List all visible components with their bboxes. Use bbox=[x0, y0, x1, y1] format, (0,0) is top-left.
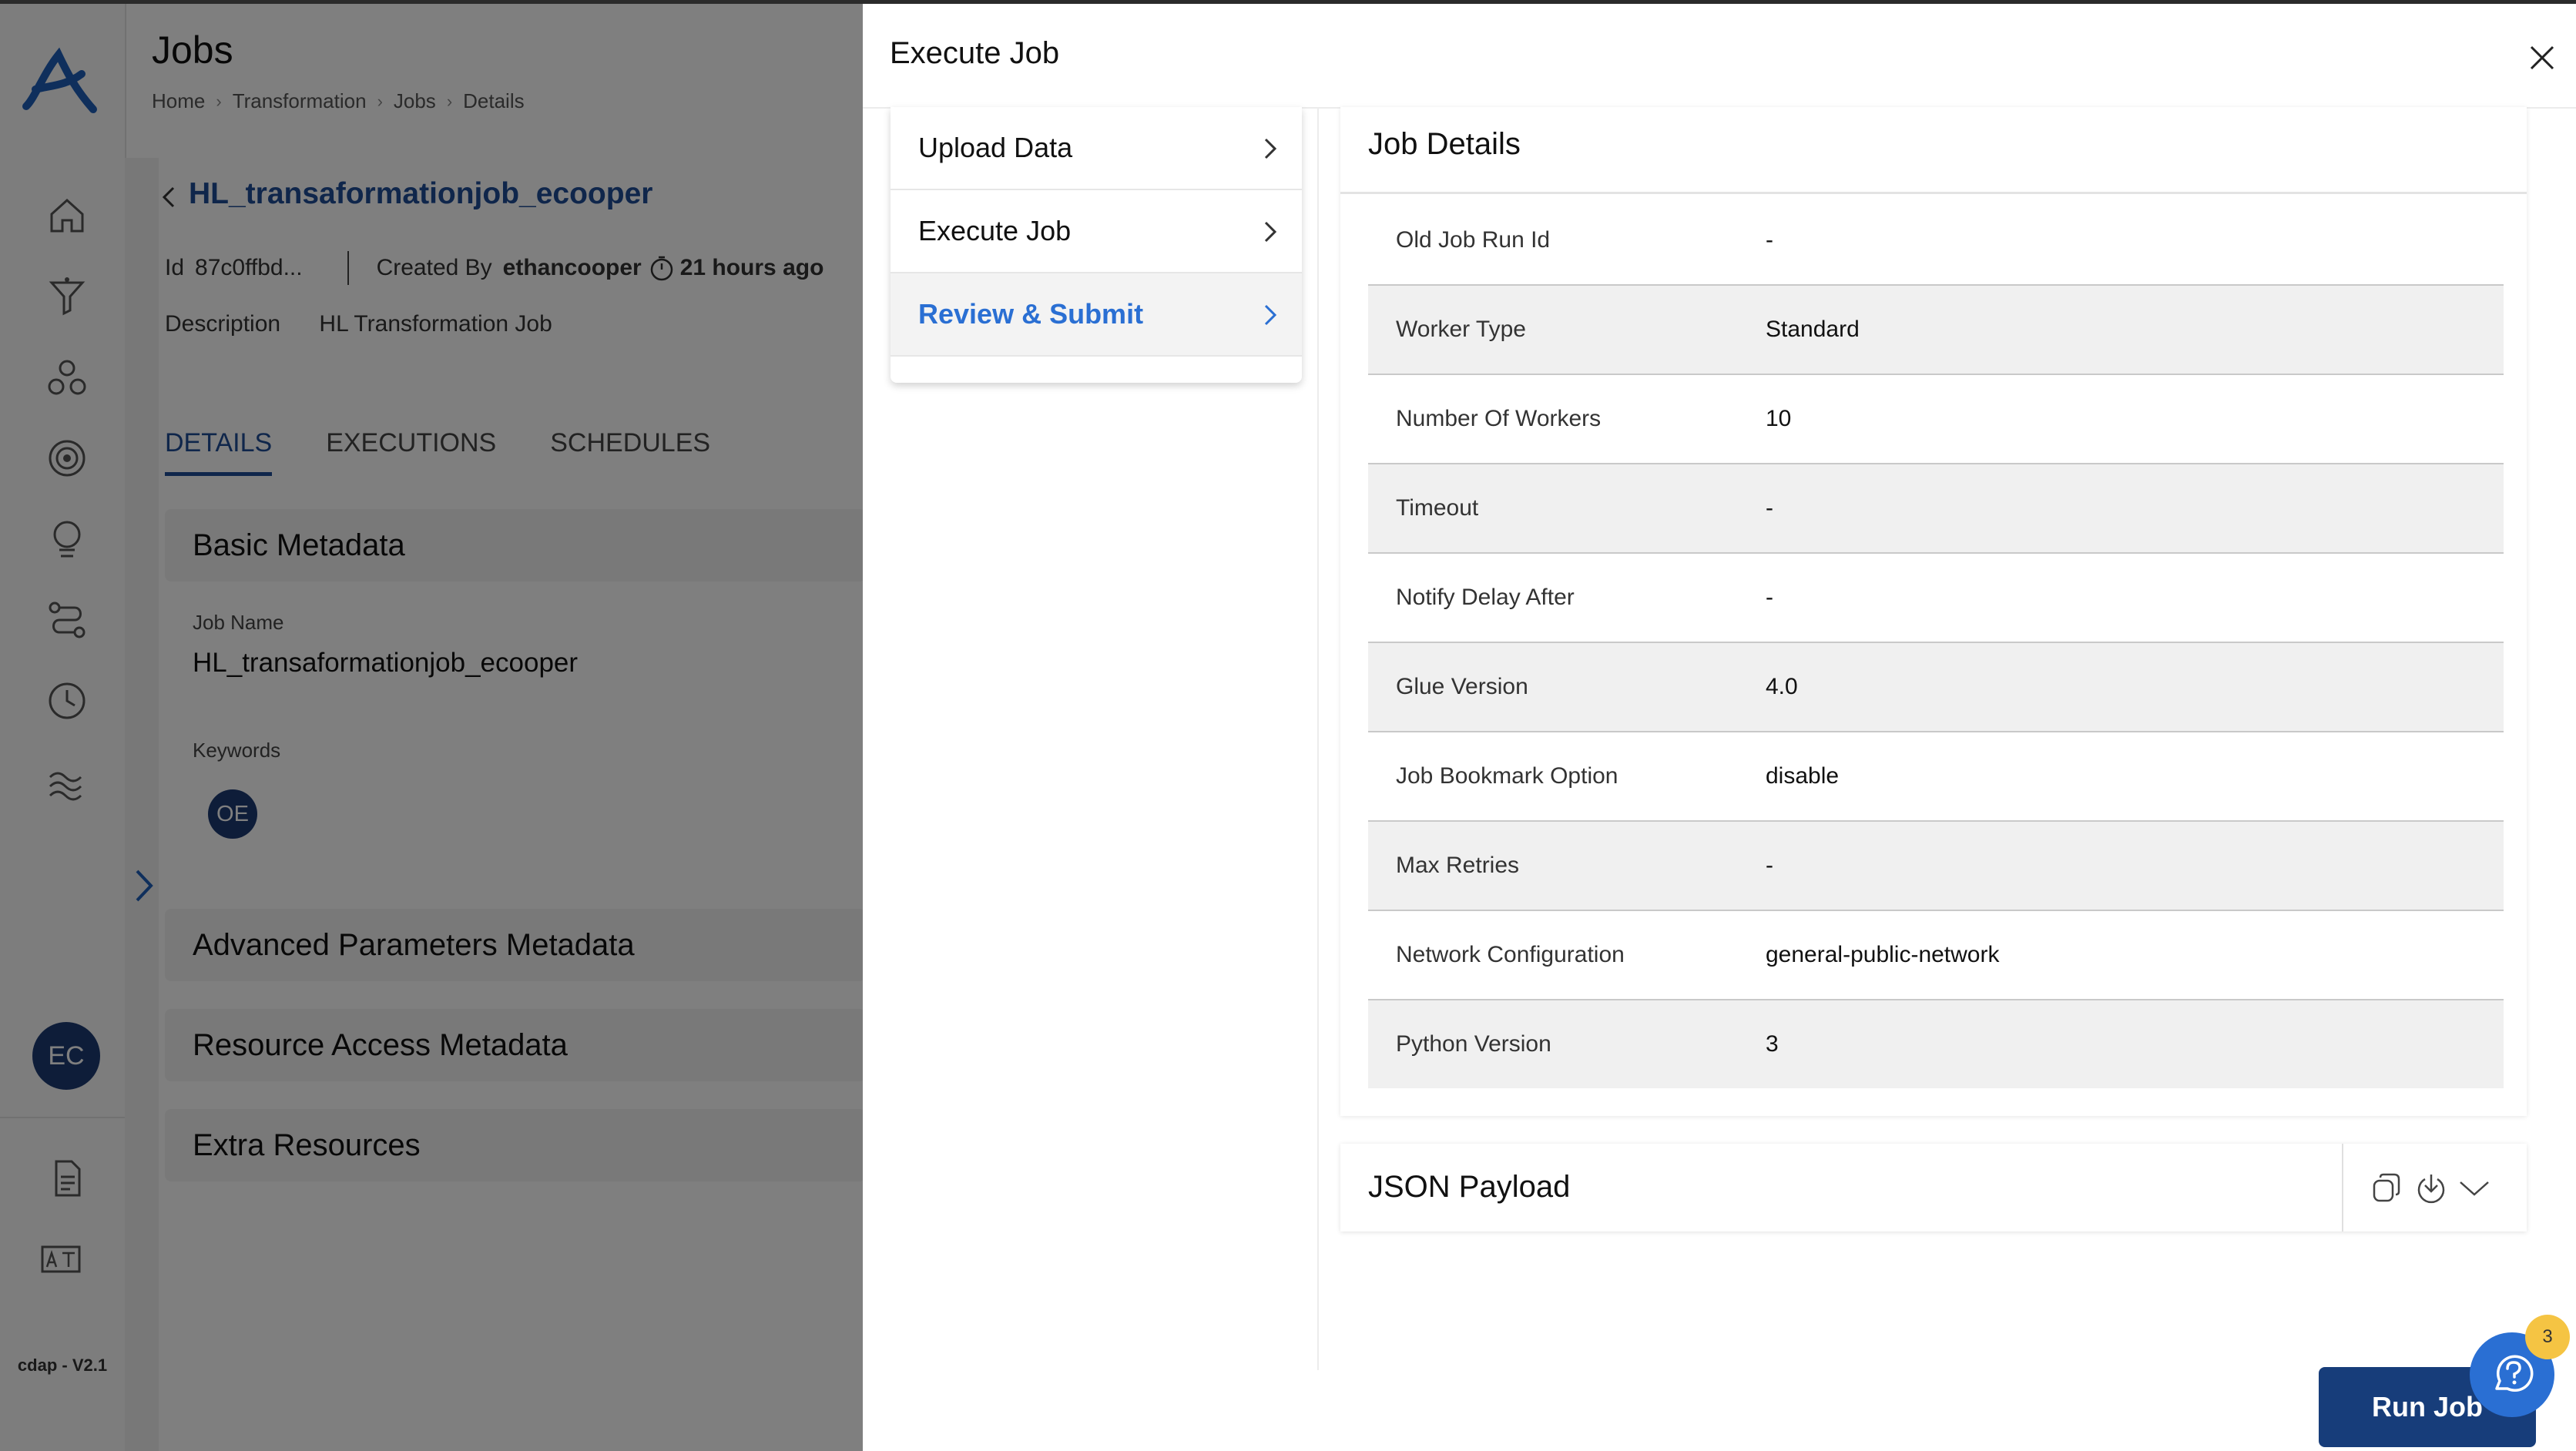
detail-value: general-public-network bbox=[1766, 942, 2000, 967]
step-label: Upload Data bbox=[918, 132, 1073, 163]
detail-key: Timeout bbox=[1396, 495, 1479, 521]
step-execute-job[interactable]: Execute Job bbox=[891, 190, 1302, 273]
table-row: Network Configuration general-public-net… bbox=[1368, 911, 2504, 1000]
json-payload-title: JSON Payload bbox=[1368, 1170, 1571, 1204]
table-row: Old Job Run Id - bbox=[1368, 196, 2504, 286]
top-border bbox=[0, 0, 2576, 4]
step-label: Review & Submit bbox=[918, 298, 1144, 330]
json-payload-divider bbox=[2342, 1144, 2343, 1232]
table-row: Number Of Workers 10 bbox=[1368, 375, 2504, 464]
table-row: Max Retries - bbox=[1368, 822, 2504, 911]
detail-key: Network Configuration bbox=[1396, 942, 1625, 967]
table-row: Worker Type Standard bbox=[1368, 286, 2504, 375]
modal-title: Execute Job bbox=[890, 36, 1060, 70]
detail-value: - bbox=[1766, 585, 1773, 610]
detail-key: Python Version bbox=[1396, 1031, 1551, 1057]
detail-value: 4.0 bbox=[1766, 674, 1798, 699]
detail-key: Worker Type bbox=[1396, 317, 1526, 342]
download-icon[interactable] bbox=[2414, 1171, 2448, 1205]
detail-value: 3 bbox=[1766, 1031, 1779, 1057]
detail-value: - bbox=[1766, 853, 1773, 878]
execute-job-modal: Execute Job Upload Data Execute Job Revi… bbox=[863, 4, 2576, 1451]
chevron-right-icon bbox=[1264, 304, 1277, 326]
chevron-right-icon bbox=[1264, 221, 1277, 243]
detail-value: Standard bbox=[1766, 317, 1860, 342]
table-row: Notify Delay After - bbox=[1368, 554, 2504, 643]
detail-key: Notify Delay After bbox=[1396, 585, 1575, 610]
chevron-right-icon bbox=[1264, 138, 1277, 159]
detail-key: Number Of Workers bbox=[1396, 406, 1602, 431]
detail-key: Glue Version bbox=[1396, 674, 1528, 699]
detail-value: disable bbox=[1766, 763, 1840, 789]
detail-value: - bbox=[1766, 227, 1773, 253]
table-row: Job Bookmark Option disable bbox=[1368, 732, 2504, 822]
step-upload-data[interactable]: Upload Data bbox=[891, 107, 1302, 190]
json-payload-card[interactable]: JSON Payload bbox=[1340, 1144, 2527, 1232]
detail-value: 10 bbox=[1766, 406, 1792, 431]
copy-icon[interactable] bbox=[2370, 1171, 2403, 1205]
table-row: Timeout - bbox=[1368, 464, 2504, 554]
detail-key: Old Job Run Id bbox=[1396, 227, 1551, 253]
job-details-divider bbox=[1340, 192, 2527, 194]
detail-value: - bbox=[1766, 495, 1773, 521]
close-icon[interactable] bbox=[2527, 42, 2558, 73]
notification-badge: 3 bbox=[2525, 1315, 2570, 1359]
review-panel: Job Details Old Job Run Id - Worker Type… bbox=[1317, 107, 2576, 1447]
step-list: Upload Data Execute Job Review & Submit bbox=[891, 107, 1302, 383]
step-review-submit[interactable]: Review & Submit bbox=[891, 273, 1302, 357]
job-details-title: Job Details bbox=[1368, 127, 1521, 161]
step-label: Execute Job bbox=[918, 215, 1072, 246]
modal-backdrop[interactable] bbox=[0, 0, 863, 1451]
detail-key: Job Bookmark Option bbox=[1396, 763, 1618, 789]
detail-key: Max Retries bbox=[1396, 853, 1520, 878]
job-details-card: Job Details Old Job Run Id - Worker Type… bbox=[1340, 107, 2527, 1116]
table-row: Python Version 3 bbox=[1368, 1000, 2504, 1088]
chevron-down-icon[interactable] bbox=[2457, 1171, 2491, 1205]
table-row: Glue Version 4.0 bbox=[1368, 643, 2504, 732]
job-details-table: Old Job Run Id - Worker Type Standard Nu… bbox=[1368, 196, 2504, 1088]
chat-help-icon bbox=[2495, 1355, 2534, 1392]
